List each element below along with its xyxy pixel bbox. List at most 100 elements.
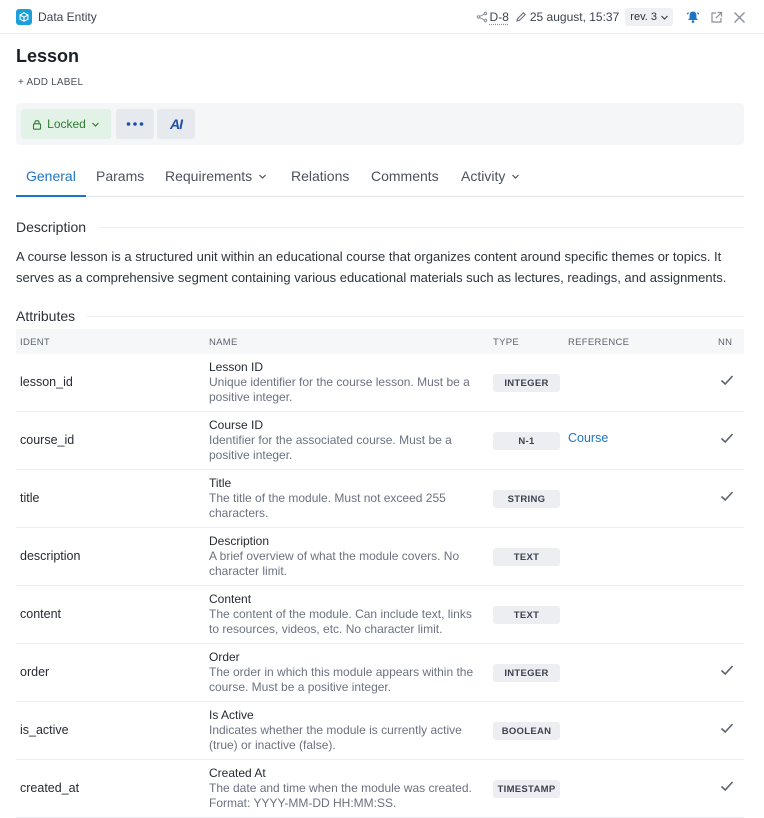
attribute-reference-link[interactable]: Course xyxy=(568,431,608,445)
column-header-reference: REFERENCE xyxy=(568,337,630,348)
table-row[interactable]: description Description A brief overview o… xyxy=(16,528,744,586)
attribute-ident: is_active xyxy=(20,723,69,737)
attribute-name: Content xyxy=(209,592,252,606)
check-icon xyxy=(720,665,734,676)
table-row[interactable]: created_at Created At The date and time wh… xyxy=(16,760,744,818)
attribute-name-cell: Order The order in which this module appe… xyxy=(209,650,481,695)
table-row[interactable]: content Content The content of the module.… xyxy=(16,586,744,644)
attribute-name-cell: Description A brief overview of what the … xyxy=(209,534,481,579)
revision-select[interactable]: rev. 3 xyxy=(625,8,673,26)
attribute-ident: lesson_id xyxy=(20,375,73,389)
tab-relations[interactable]: Relations xyxy=(291,156,349,196)
app-title: Data Entity xyxy=(38,9,97,24)
attribute-ident: title xyxy=(20,491,40,505)
attribute-description: The title of the module. Must not exceed… xyxy=(209,491,446,520)
check-icon xyxy=(720,491,734,502)
pencil-icon xyxy=(515,11,527,23)
attribute-type-badge: INTEGER xyxy=(493,374,560,392)
table-row[interactable]: course_id Course ID Identifier for the ass… xyxy=(16,412,744,470)
tab-label: Requirements xyxy=(165,168,253,184)
lock-icon xyxy=(33,119,42,130)
attribute-ident: order xyxy=(20,665,50,679)
ai-button[interactable]: AI xyxy=(157,109,195,139)
divider xyxy=(87,315,744,317)
attribute-name-cell: Is Active Indicates whether the module is… xyxy=(209,708,481,753)
column-header-type: TYPE xyxy=(493,337,520,348)
attribute-ident: course_id xyxy=(20,433,75,447)
attributes-table-header: IDENT NAME TYPE REFERENCE NN xyxy=(16,329,744,354)
attribute-name-cell: Created At The date and time when the mod… xyxy=(209,766,481,811)
chevron-down-icon xyxy=(661,15,668,20)
tab-label: Relations xyxy=(291,168,350,184)
close-icon[interactable] xyxy=(730,8,748,26)
locked-label: Locked xyxy=(47,117,86,131)
share-icon[interactable] xyxy=(476,11,488,23)
attribute-type-badge: N-1 xyxy=(493,432,560,450)
tab-params[interactable]: Params xyxy=(96,156,144,196)
description-section-heading: Description xyxy=(16,219,744,235)
tab-comments[interactable]: Comments xyxy=(371,156,439,196)
attribute-description: The date and time when the module was cr… xyxy=(209,781,472,810)
attribute-name: Description xyxy=(209,534,270,548)
attribute-type-badge: INTEGER xyxy=(493,664,560,682)
attribute-description: A brief overview of what the module cove… xyxy=(209,549,460,578)
modified-date: 25 august, 15:37 xyxy=(529,10,620,24)
attribute-name-cell: Title The title of the module. Must not e… xyxy=(209,476,481,521)
attribute-name: Is Active xyxy=(209,708,254,722)
tab-label: Activity xyxy=(461,168,506,184)
attribute-type-badge: BOOLEAN xyxy=(493,722,560,740)
check-icon xyxy=(720,433,734,444)
table-row[interactable]: title Title The title of the module. Must … xyxy=(16,470,744,528)
attribute-description: Identifier for the associated course. Mu… xyxy=(209,433,452,462)
attribute-description: Indicates whether the module is currentl… xyxy=(209,723,462,752)
attribute-description: The content of the module. Can include t… xyxy=(209,607,472,636)
attribute-ident: content xyxy=(20,607,62,621)
chevron-down-icon xyxy=(259,174,267,179)
column-header-name: NAME xyxy=(209,337,238,348)
attribute-name: Course ID xyxy=(209,418,264,432)
check-icon xyxy=(720,375,734,386)
attribute-type-badge: TEXT xyxy=(493,548,560,566)
top-bar: Data Entity D-8 25 august, 15:37 rev. 3 xyxy=(0,0,764,34)
tab-general[interactable]: General xyxy=(16,156,86,197)
column-header-nn: NN xyxy=(718,337,733,348)
doc-id-link[interactable]: D-8 xyxy=(490,10,509,24)
divider xyxy=(98,226,744,228)
locked-status-button[interactable]: Locked xyxy=(21,109,111,139)
table-row[interactable]: is_active Is Active Indicates whether the … xyxy=(16,702,744,760)
action-bar: Locked AI xyxy=(16,103,744,145)
more-icon xyxy=(126,122,144,126)
attribute-type-badge: TEXT xyxy=(493,606,560,624)
table-row[interactable]: lesson_id Lesson ID Unique identifier for … xyxy=(16,354,744,412)
check-icon xyxy=(720,723,734,734)
attribute-ident: created_at xyxy=(20,781,80,795)
table-row[interactable]: order Order The order in which this module… xyxy=(16,644,744,702)
external-link-icon[interactable] xyxy=(707,8,725,26)
bell-icon[interactable] xyxy=(684,8,702,26)
tab-label: Comments xyxy=(371,168,439,184)
revision-label: rev. 3 xyxy=(630,11,657,23)
cube-icon xyxy=(16,8,32,25)
attribute-ident: description xyxy=(20,549,81,563)
attributes-heading: Attributes xyxy=(16,308,76,324)
attribute-name-cell: Course ID Identifier for the associated c… xyxy=(209,418,481,463)
attribute-name-cell: Lesson ID Unique identifier for the cours… xyxy=(209,360,481,405)
attribute-description: The order in which this module appears w… xyxy=(209,665,474,694)
column-header-ident: IDENT xyxy=(20,337,50,348)
more-button[interactable] xyxy=(116,109,154,139)
tab-requirements[interactable]: Requirements xyxy=(165,156,267,196)
tab-label: General xyxy=(26,168,76,184)
attribute-name: Order xyxy=(209,650,240,664)
chevron-down-icon xyxy=(512,174,520,179)
attribute-type-badge: STRING xyxy=(493,490,560,508)
attribute-name-cell: Content The content of the module. Can in… xyxy=(209,592,481,637)
tab-bar: General Params Requirements Relations Co… xyxy=(16,156,744,197)
tab-label: Params xyxy=(96,168,145,184)
chevron-down-icon xyxy=(91,122,99,127)
tab-activity[interactable]: Activity xyxy=(461,156,520,196)
description-heading: Description xyxy=(16,219,87,235)
add-label-button[interactable]: + ADD LABEL xyxy=(18,77,83,88)
attribute-name: Lesson ID xyxy=(209,360,264,374)
page-title: Lesson xyxy=(16,46,80,66)
attribute-type-badge: TIMESTAMP xyxy=(493,780,560,798)
